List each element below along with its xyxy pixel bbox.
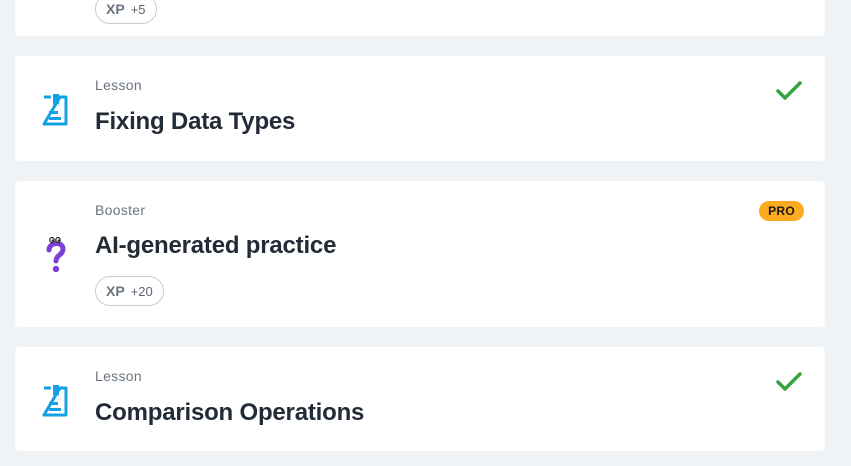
- course-item-list: XP +5 Lesson Fixing Data Types Booster A…: [0, 0, 851, 466]
- xp-value: +20: [130, 283, 153, 299]
- course-item-card[interactable]: XP +5: [15, 0, 825, 36]
- item-title: Comparison Operations: [95, 399, 365, 426]
- lesson-card-comparison-operations[interactable]: Lesson Comparison Operations: [15, 347, 825, 451]
- xp-pill: XP +5: [95, 0, 157, 24]
- xp-value: +5: [130, 1, 146, 17]
- item-title: Fixing Data Types: [95, 108, 296, 135]
- xp-label: XP: [106, 283, 125, 299]
- item-title: AI-generated practice: [95, 232, 337, 259]
- item-type-label: Lesson: [95, 77, 142, 93]
- booster-card-ai-practice[interactable]: Booster AI-generated practice PRO XP +20: [15, 181, 825, 327]
- item-type-label: Lesson: [95, 368, 142, 384]
- checkmark-icon: [775, 80, 803, 107]
- xp-pill: XP +20: [95, 276, 164, 306]
- question-mark-character-icon: [41, 236, 71, 281]
- item-type-label: Booster: [95, 202, 146, 218]
- lesson-document-icon: [41, 384, 69, 423]
- lesson-card-fixing-data-types[interactable]: Lesson Fixing Data Types: [15, 56, 825, 161]
- xp-label: XP: [106, 1, 125, 17]
- checkmark-icon: [775, 371, 803, 398]
- pro-badge: PRO: [759, 201, 804, 221]
- lesson-document-icon: [41, 93, 69, 132]
